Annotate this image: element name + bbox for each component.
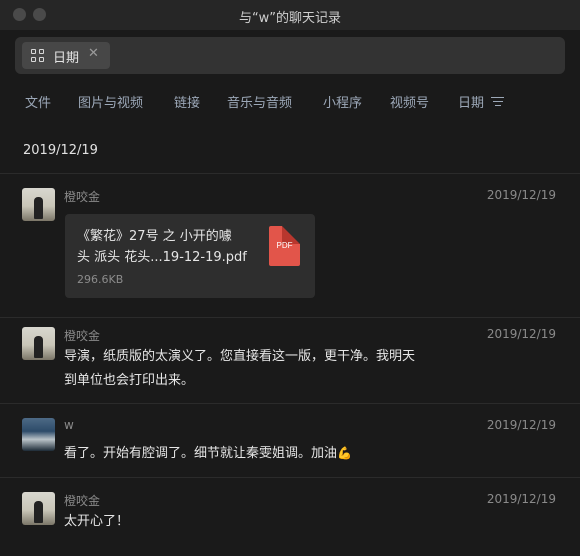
message-time: 2019/12/19 [486,492,556,506]
divider [0,173,580,174]
close-icon[interactable]: ✕ [88,46,99,61]
file-size: 296.6KB [77,273,124,286]
divider [0,317,580,318]
date-section-header: 2019/12/19 [23,143,98,158]
tab-date[interactable]: 日期 [458,92,484,111]
tab-music-audio[interactable]: 音乐与音频 [227,92,292,111]
divider [0,403,580,404]
sender-name: 橙咬金 [64,190,101,204]
divider [0,477,580,478]
tab-links[interactable]: 链接 [174,92,200,111]
grid-icon [31,49,45,63]
avatar[interactable] [22,492,55,525]
tab-files[interactable]: 文件 [25,92,51,111]
sender-name: 橙咬金 [64,329,101,343]
tab-channels[interactable]: 视频号 [390,92,429,111]
tab-images-videos[interactable]: 图片与视频 [78,92,143,111]
category-tabs: 文件 图片与视频 链接 音乐与音频 小程序 视频号 日期 [0,92,580,114]
window-title: 与“w”的聊天记录 [238,11,342,26]
sender-name: w [64,418,74,432]
tab-mini-programs[interactable]: 小程序 [323,92,362,111]
message-time: 2019/12/19 [486,327,556,341]
message-text: 看了。开始有腔调了。细节就让秦雯姐调。加油💪 [64,441,352,466]
message-text: 太开心了！ [64,514,130,529]
file-attachment-card[interactable]: 《繁花》27号 之 小开的噱 头 派头 花头...19-12-19.pdf 29… [65,214,315,298]
avatar[interactable] [22,418,55,451]
filter-chip-date[interactable]: 日期 ✕ [22,42,110,69]
avatar[interactable] [22,188,55,221]
title-bar: 与“w”的聊天记录 [0,0,580,30]
sender-name: 橙咬金 [64,494,101,508]
search-bar[interactable]: 日期 ✕ [15,37,565,74]
pdf-file-icon: PDF [269,226,300,266]
message-time: 2019/12/19 [486,418,556,432]
message-text: 导演，纸质版的太演义了。您直接看这一版，更干净。我明天 到单位也会打印出来。 [64,349,416,388]
filter-chip-label: 日期 [53,51,80,66]
file-name: 《繁花》27号 之 小开的噱 头 派头 花头...19-12-19.pdf [77,229,247,265]
flexed-biceps-emoji: 💪 [337,446,352,460]
filter-icon[interactable] [491,97,504,107]
message-time: 2019/12/19 [486,188,556,202]
avatar[interactable] [22,327,55,360]
